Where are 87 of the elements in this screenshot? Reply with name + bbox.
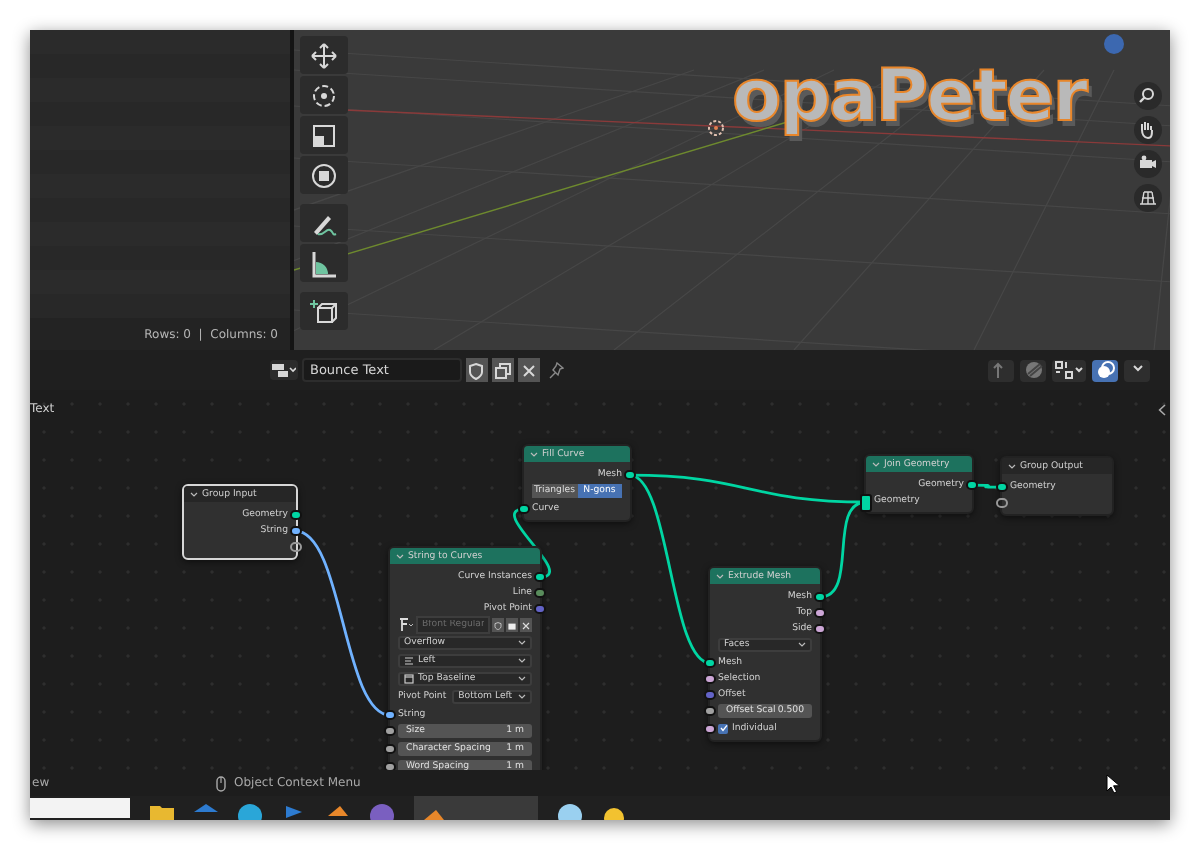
folder-icon bbox=[150, 804, 174, 820]
transform-icon bbox=[310, 161, 338, 189]
copy-icon bbox=[494, 361, 512, 379]
socket-icon[interactable] bbox=[534, 571, 546, 583]
caret-icon bbox=[798, 642, 806, 648]
mouse-icon bbox=[216, 775, 226, 791]
socket-icon[interactable] bbox=[704, 705, 716, 717]
socket-icon[interactable] bbox=[384, 743, 396, 755]
snap-grid-icon bbox=[1054, 360, 1084, 380]
search-field[interactable] bbox=[30, 798, 130, 818]
folder-icon bbox=[508, 621, 516, 629]
socket-icon[interactable] bbox=[704, 657, 716, 669]
caret-icon bbox=[190, 491, 198, 497]
caret-icon bbox=[530, 451, 538, 457]
magnifier-icon bbox=[1138, 86, 1158, 106]
overlay-menu-button[interactable] bbox=[1124, 359, 1150, 381]
cube-icon bbox=[310, 297, 338, 325]
caret-icon bbox=[518, 676, 526, 682]
measure-tool-button[interactable] bbox=[300, 244, 348, 282]
overlays-button[interactable] bbox=[1092, 359, 1118, 381]
close-icon bbox=[522, 621, 530, 629]
caret-icon bbox=[518, 694, 526, 700]
node-editor-icon bbox=[272, 362, 296, 378]
overlay-circles-icon bbox=[1095, 360, 1115, 380]
close-icon bbox=[520, 361, 538, 379]
socket-icon[interactable] bbox=[290, 541, 302, 553]
checkbox[interactable] bbox=[718, 723, 728, 733]
frame-icon bbox=[404, 674, 414, 684]
mouse-pointer-icon bbox=[1106, 774, 1120, 794]
shield-icon bbox=[494, 621, 502, 629]
caret-icon bbox=[396, 553, 404, 559]
check-icon bbox=[719, 724, 727, 732]
font-icon bbox=[398, 618, 414, 632]
triangle-icon bbox=[326, 804, 350, 820]
socket-icon[interactable] bbox=[704, 723, 716, 735]
socket-icon[interactable] bbox=[860, 493, 872, 511]
rotate-icon bbox=[310, 81, 338, 109]
ruler-icon bbox=[310, 249, 338, 277]
socket-icon[interactable] bbox=[996, 497, 1008, 509]
overlay-button[interactable] bbox=[1020, 359, 1046, 381]
open-file-button[interactable] bbox=[506, 618, 518, 632]
snap-button[interactable] bbox=[1052, 359, 1086, 381]
caret-icon bbox=[518, 658, 526, 664]
arrow-icon bbox=[282, 804, 306, 820]
socket-icon[interactable] bbox=[814, 591, 826, 603]
pin-button[interactable] bbox=[544, 358, 566, 382]
move-icon bbox=[310, 41, 338, 69]
socket-icon[interactable] bbox=[624, 469, 636, 481]
scale-icon bbox=[310, 121, 338, 149]
shield-icon bbox=[468, 361, 486, 379]
caret-icon bbox=[518, 640, 526, 646]
stripes-circle-icon bbox=[1023, 360, 1043, 380]
fake-user-button[interactable] bbox=[466, 358, 488, 382]
socket-icon[interactable] bbox=[384, 709, 396, 721]
caret-icon bbox=[716, 573, 724, 579]
text-object: opaPeter bbox=[732, 62, 1086, 134]
fake-user-button[interactable] bbox=[492, 618, 504, 632]
caret-icon bbox=[1008, 463, 1016, 469]
editor-type-button[interactable] bbox=[270, 360, 298, 380]
rotate-tool-button[interactable] bbox=[300, 76, 348, 114]
align-lines-icon bbox=[404, 656, 414, 666]
parent-node-tree-button[interactable] bbox=[988, 359, 1014, 381]
origin-icon bbox=[706, 118, 726, 138]
hand-icon bbox=[1138, 120, 1158, 140]
unlink-button[interactable] bbox=[518, 358, 540, 382]
socket-icon[interactable] bbox=[814, 623, 826, 635]
pin-icon bbox=[546, 361, 564, 379]
socket-icon[interactable] bbox=[704, 673, 716, 685]
camera-icon bbox=[1138, 154, 1158, 174]
socket-icon[interactable] bbox=[996, 481, 1008, 493]
socket-icon[interactable] bbox=[290, 525, 302, 537]
socket-icon[interactable] bbox=[814, 607, 826, 619]
grid-icon bbox=[1138, 188, 1158, 208]
unlink-button[interactable] bbox=[520, 618, 532, 632]
socket-icon[interactable] bbox=[384, 725, 396, 737]
transform-tool-button[interactable] bbox=[300, 156, 348, 194]
caret-icon bbox=[872, 461, 880, 467]
scale-tool-button[interactable] bbox=[300, 116, 348, 154]
move-tool-button[interactable] bbox=[300, 36, 348, 74]
socket-icon[interactable] bbox=[518, 503, 530, 515]
taskbar-button[interactable] bbox=[414, 796, 538, 820]
annotate-tool-button[interactable] bbox=[300, 204, 348, 242]
add-cube-tool-button[interactable] bbox=[300, 292, 348, 330]
socket-icon[interactable] bbox=[966, 479, 978, 491]
duplicate-button[interactable] bbox=[492, 358, 514, 382]
triangle-icon bbox=[422, 808, 446, 820]
socket-icon[interactable] bbox=[290, 509, 302, 521]
